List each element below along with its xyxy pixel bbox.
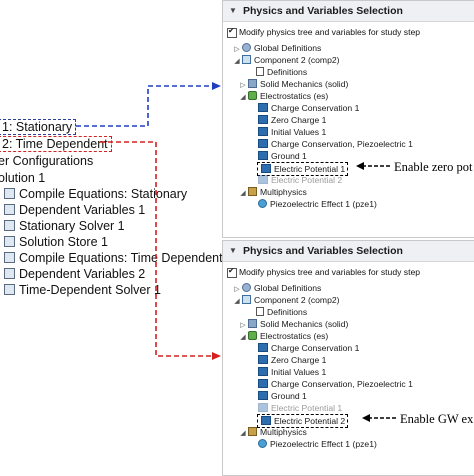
blue-connector-line xyxy=(76,85,214,127)
red-connector-line xyxy=(100,141,214,357)
annotation-arrow-top-icon xyxy=(356,162,364,170)
annotation-arrow-bottom-icon xyxy=(362,414,370,422)
red-arrowhead-icon xyxy=(212,352,221,360)
blue-arrowhead-icon xyxy=(212,82,221,90)
connector-arrows xyxy=(76,82,396,422)
